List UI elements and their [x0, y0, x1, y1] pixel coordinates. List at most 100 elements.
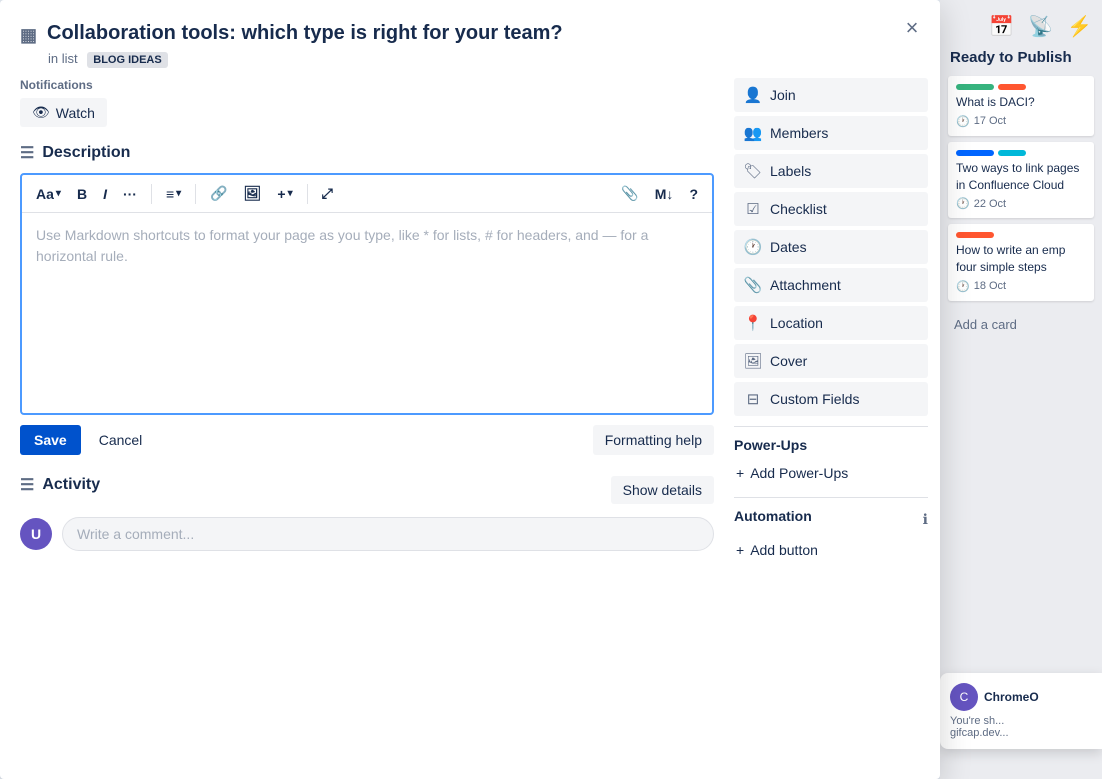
add-button-button[interactable]: + Add button: [734, 536, 928, 564]
card-meta: 🕐 17 Oct: [956, 115, 1086, 128]
share-icon[interactable]: 📡: [1028, 14, 1053, 39]
expand-btn[interactable]: ⤢: [316, 181, 339, 206]
right-panel-header: 📅 📡 ⚡: [940, 0, 1102, 49]
right-panel: 📅 📡 ⚡ Ready to Publish What is DACI? 🕐 1…: [940, 0, 1102, 779]
card-title: Two ways to link pages in Confluence Clo…: [956, 160, 1086, 194]
font-btn[interactable]: Aa ▾: [30, 182, 67, 206]
notif-app-name: ChromeO: [984, 690, 1039, 704]
location-icon: 📍: [744, 314, 762, 332]
comment-input[interactable]: Write a comment...: [62, 517, 714, 551]
notif-body: You're sh... gifcap.dev...: [950, 715, 1092, 739]
attach-btn[interactable]: 📎: [615, 181, 644, 206]
plus-icon: +: [736, 465, 744, 481]
card-title: What is DACI?: [956, 94, 1086, 111]
activity-section: ☰ Activity Show details U Write a commen…: [20, 475, 714, 551]
modal-title: ▦ Collaboration tools: which type is rig…: [20, 20, 880, 47]
modal-overlay: ▦ Collaboration tools: which type is rig…: [0, 0, 940, 779]
cover-icon: 🖼: [744, 352, 762, 370]
members-button[interactable]: 👥 Members: [734, 116, 928, 150]
user-avatar: U: [20, 518, 52, 550]
attachment-icon: 📎: [744, 276, 762, 294]
more-btn[interactable]: ···: [117, 182, 143, 206]
add-card-button[interactable]: Add a card: [948, 311, 1094, 338]
toolbar-separator: [151, 184, 152, 204]
add-power-ups-button[interactable]: + Add Power-Ups: [734, 459, 928, 487]
show-details-button[interactable]: Show details: [611, 476, 714, 504]
sidebar-divider: [734, 426, 928, 427]
clock-icon: 🕐: [956, 280, 970, 293]
list-badge: BLOG IDEAS: [87, 52, 167, 68]
dates-icon: 🕐: [744, 238, 762, 256]
checklist-icon: ☑: [744, 200, 762, 218]
list-icon: ≡: [166, 186, 174, 202]
activity-title: ☰ Activity: [20, 475, 100, 495]
watch-button[interactable]: 👁 Watch: [20, 98, 107, 127]
tag-red: [956, 232, 994, 238]
tag-red: [998, 84, 1026, 90]
chevron-down-icon2: ▾: [176, 188, 181, 199]
editor-toolbar: Aa ▾ B I ··· ≡ ▾ 🔗 🖼: [22, 175, 712, 213]
list-item[interactable]: Two ways to link pages in Confluence Clo…: [948, 142, 1094, 219]
location-button[interactable]: 📍 Location: [734, 306, 928, 340]
card-tags: [956, 84, 1086, 90]
bold-btn[interactable]: B: [71, 182, 93, 206]
tag-cyan: [998, 150, 1026, 156]
italic-btn[interactable]: I: [97, 182, 113, 206]
right-panel-title: Ready to Publish: [940, 49, 1102, 76]
markdown-btn[interactable]: M↓: [649, 182, 680, 206]
toolbar-separator3: [307, 184, 308, 204]
cancel-button[interactable]: Cancel: [89, 425, 153, 455]
notifications-section: Notifications 👁 Watch: [20, 78, 714, 127]
clock-icon: 🕐: [956, 197, 970, 210]
cover-button[interactable]: 🖼 Cover: [734, 344, 928, 378]
toolbar-separator2: [195, 184, 196, 204]
formatting-help-button[interactable]: Formatting help: [593, 425, 714, 455]
card-tags: [956, 232, 1086, 238]
card-tags: [956, 150, 1086, 156]
link-btn[interactable]: 🔗: [204, 181, 233, 206]
lightning-icon[interactable]: ⚡: [1067, 14, 1092, 39]
calendar-icon[interactable]: 📅: [989, 14, 1014, 39]
activity-icon: ☰: [20, 475, 34, 495]
list-btn[interactable]: ≡ ▾: [160, 182, 187, 206]
notification-popup: C ChromeO You're sh... gifcap.dev...: [940, 673, 1102, 749]
list-item[interactable]: How to write an emp four simple steps 🕐 …: [948, 224, 1094, 301]
activity-header: ☰ Activity Show details: [20, 475, 714, 505]
chevron-down-icon: ▾: [56, 188, 61, 199]
sidebar-divider2: [734, 497, 928, 498]
eye-icon: 👁: [32, 104, 50, 121]
tag-blue: [956, 150, 994, 156]
editor-wrapper: Aa ▾ B I ··· ≡ ▾ 🔗 🖼: [20, 173, 714, 415]
info-icon[interactable]: ℹ: [923, 511, 928, 528]
attachment-button[interactable]: 📎 Attachment: [734, 268, 928, 302]
join-button[interactable]: 👤 Join: [734, 78, 928, 112]
join-icon: 👤: [744, 86, 762, 104]
help-btn[interactable]: ?: [683, 182, 704, 206]
list-item[interactable]: What is DACI? 🕐 17 Oct: [948, 76, 1094, 136]
plus-btn[interactable]: + ▾: [271, 182, 298, 206]
card-date: 18 Oct: [974, 280, 1006, 292]
checklist-button[interactable]: ☑ Checklist: [734, 192, 928, 226]
tag-green: [956, 84, 994, 90]
notif-header: C ChromeO: [950, 683, 1092, 711]
editor-content[interactable]: Use Markdown shortcuts to format your pa…: [22, 213, 712, 413]
save-button[interactable]: Save: [20, 425, 81, 455]
image-btn[interactable]: 🖼: [238, 181, 268, 206]
labels-button[interactable]: 🏷 Labels: [734, 154, 928, 188]
notifications-label: Notifications: [20, 78, 714, 92]
chevron-down-icon3: ▾: [288, 188, 293, 199]
labels-icon: 🏷: [744, 162, 762, 180]
modal-subtitle: in list BLOG IDEAS: [48, 51, 880, 66]
dates-button[interactable]: 🕐 Dates: [734, 230, 928, 264]
close-button[interactable]: ×: [896, 12, 928, 44]
comment-area: U Write a comment...: [20, 517, 714, 551]
description-title: ☰ Description: [20, 143, 714, 163]
card-board-icon: ▦: [20, 24, 37, 47]
automation-label: Automation: [734, 508, 812, 524]
modal-title-area: ▦ Collaboration tools: which type is rig…: [20, 20, 920, 66]
card-title: How to write an emp four simple steps: [956, 242, 1086, 276]
lines-icon: ☰: [20, 143, 34, 163]
modal-body: Notifications 👁 Watch ☰ Description Aa: [0, 66, 940, 779]
custom-fields-button[interactable]: ⊟ Custom Fields: [734, 382, 928, 416]
members-icon: 👥: [744, 124, 762, 142]
